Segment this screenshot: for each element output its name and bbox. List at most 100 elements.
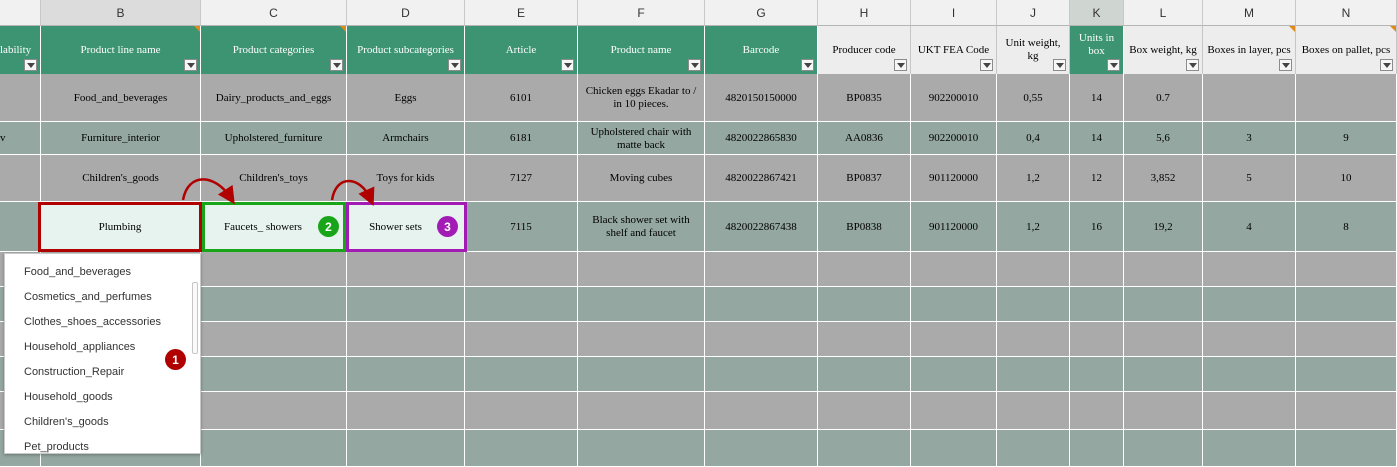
table-cell-b[interactable]: Food_and_beverages: [41, 74, 201, 122]
filter-dropdown-button[interactable]: [184, 59, 197, 71]
column-header-i[interactable]: I: [911, 0, 997, 26]
empty-cell[interactable]: [347, 252, 465, 287]
empty-cell[interactable]: [465, 357, 578, 392]
empty-cell[interactable]: [705, 392, 818, 430]
empty-cell[interactable]: [818, 392, 911, 430]
table-cell-j[interactable]: 0,55: [997, 74, 1070, 122]
table-cell-k[interactable]: 14: [1070, 74, 1124, 122]
column-header-c[interactable]: C: [201, 0, 347, 26]
table-cell-j[interactable]: 1,2: [997, 202, 1070, 252]
table-cell-i[interactable]: 901120000: [911, 202, 997, 252]
empty-cell[interactable]: [1124, 252, 1203, 287]
dropdown-option[interactable]: Clothes_shoes_accessories: [24, 316, 161, 328]
empty-cell[interactable]: [997, 392, 1070, 430]
empty-cell[interactable]: [1203, 322, 1296, 357]
table-cell-e[interactable]: 6101: [465, 74, 578, 122]
empty-cell[interactable]: [201, 392, 347, 430]
table-cell-i[interactable]: 902200010: [911, 122, 997, 155]
table-cell-l[interactable]: 0.7: [1124, 74, 1203, 122]
table-cell-f[interactable]: Chicken eggs Ekadar to / in 10 pieces.: [578, 74, 705, 122]
table-cell-h[interactable]: BP0835: [818, 74, 911, 122]
product-line-dropdown-list[interactable]: Food_and_beverages Cosmetics_and_perfume…: [4, 253, 201, 454]
empty-cell[interactable]: [1070, 252, 1124, 287]
table-cell-k[interactable]: 14: [1070, 122, 1124, 155]
filter-dropdown-button[interactable]: [1380, 59, 1393, 71]
empty-cell[interactable]: [1124, 430, 1203, 467]
empty-cell[interactable]: [911, 430, 997, 467]
empty-cell[interactable]: [465, 430, 578, 467]
empty-cell[interactable]: [201, 287, 347, 322]
empty-cell[interactable]: [578, 430, 705, 467]
empty-cell[interactable]: [1124, 322, 1203, 357]
table-cell-f[interactable]: Moving cubes: [578, 155, 705, 202]
table-cell-l[interactable]: 3,852: [1124, 155, 1203, 202]
empty-cell[interactable]: [1203, 287, 1296, 322]
table-cell-n[interactable]: 10: [1296, 155, 1397, 202]
filter-dropdown-button[interactable]: [1053, 59, 1066, 71]
filter-dropdown-button[interactable]: [1107, 59, 1120, 71]
empty-cell[interactable]: [705, 357, 818, 392]
empty-cell[interactable]: [1124, 392, 1203, 430]
table-cell-f[interactable]: Upholstered chair with matte back: [578, 122, 705, 155]
table-cell-i[interactable]: 902200010: [911, 74, 997, 122]
column-header-k[interactable]: K: [1070, 0, 1124, 26]
empty-cell[interactable]: [578, 357, 705, 392]
empty-cell[interactable]: [1203, 392, 1296, 430]
column-header-l[interactable]: L: [1124, 0, 1203, 26]
filter-dropdown-button[interactable]: [801, 59, 814, 71]
empty-cell[interactable]: [1203, 252, 1296, 287]
empty-cell[interactable]: [997, 357, 1070, 392]
table-cell-m[interactable]: 3: [1203, 122, 1296, 155]
empty-cell[interactable]: [997, 322, 1070, 357]
empty-cell[interactable]: [1296, 357, 1397, 392]
empty-cell[interactable]: [201, 252, 347, 287]
table-cell-f[interactable]: Black shower set with shelf and faucet: [578, 202, 705, 252]
empty-cell[interactable]: [1070, 392, 1124, 430]
dropdown-option[interactable]: Construction_Repair: [24, 366, 124, 378]
table-cell-b[interactable]: Furniture_interior: [41, 122, 201, 155]
empty-cell[interactable]: [201, 322, 347, 357]
filter-dropdown-button[interactable]: [1186, 59, 1199, 71]
empty-cell[interactable]: [1070, 322, 1124, 357]
dropdown-option[interactable]: Pet_products: [24, 441, 89, 453]
empty-cell[interactable]: [1296, 287, 1397, 322]
empty-cell[interactable]: [705, 287, 818, 322]
table-cell-a[interactable]: [0, 74, 41, 122]
empty-cell[interactable]: [578, 252, 705, 287]
table-cell-g[interactable]: 4820022865830: [705, 122, 818, 155]
empty-cell[interactable]: [911, 287, 997, 322]
empty-cell[interactable]: [911, 322, 997, 357]
table-cell-j[interactable]: 0,4: [997, 122, 1070, 155]
column-header-g[interactable]: G: [705, 0, 818, 26]
empty-cell[interactable]: [997, 430, 1070, 467]
table-cell-a[interactable]: [0, 155, 41, 202]
filter-dropdown-button[interactable]: [894, 59, 907, 71]
filter-dropdown-button[interactable]: [561, 59, 574, 71]
empty-cell[interactable]: [911, 357, 997, 392]
dropdown-option[interactable]: Cosmetics_and_perfumes: [24, 291, 152, 303]
empty-cell[interactable]: [1296, 322, 1397, 357]
empty-cell[interactable]: [347, 392, 465, 430]
empty-cell[interactable]: [1296, 252, 1397, 287]
empty-cell[interactable]: [818, 322, 911, 357]
filter-dropdown-button[interactable]: [980, 59, 993, 71]
empty-cell[interactable]: [347, 430, 465, 467]
table-cell-j[interactable]: 1,2: [997, 155, 1070, 202]
filter-dropdown-button[interactable]: [448, 59, 461, 71]
empty-cell[interactable]: [347, 287, 465, 322]
table-cell-h[interactable]: AA0836: [818, 122, 911, 155]
empty-cell[interactable]: [818, 430, 911, 467]
filter-dropdown-button[interactable]: [24, 59, 37, 71]
table-cell-l[interactable]: 5,6: [1124, 122, 1203, 155]
empty-cell[interactable]: [201, 357, 347, 392]
empty-cell[interactable]: [1203, 357, 1296, 392]
dropdown-option[interactable]: Household_appliances: [24, 341, 135, 353]
table-cell-k[interactable]: 12: [1070, 155, 1124, 202]
empty-cell[interactable]: [911, 252, 997, 287]
column-header-m[interactable]: M: [1203, 0, 1296, 26]
empty-cell[interactable]: [818, 252, 911, 287]
empty-cell[interactable]: [347, 322, 465, 357]
dropdown-option[interactable]: Children's_goods: [24, 416, 109, 428]
empty-cell[interactable]: [201, 430, 347, 467]
empty-cell[interactable]: [465, 392, 578, 430]
